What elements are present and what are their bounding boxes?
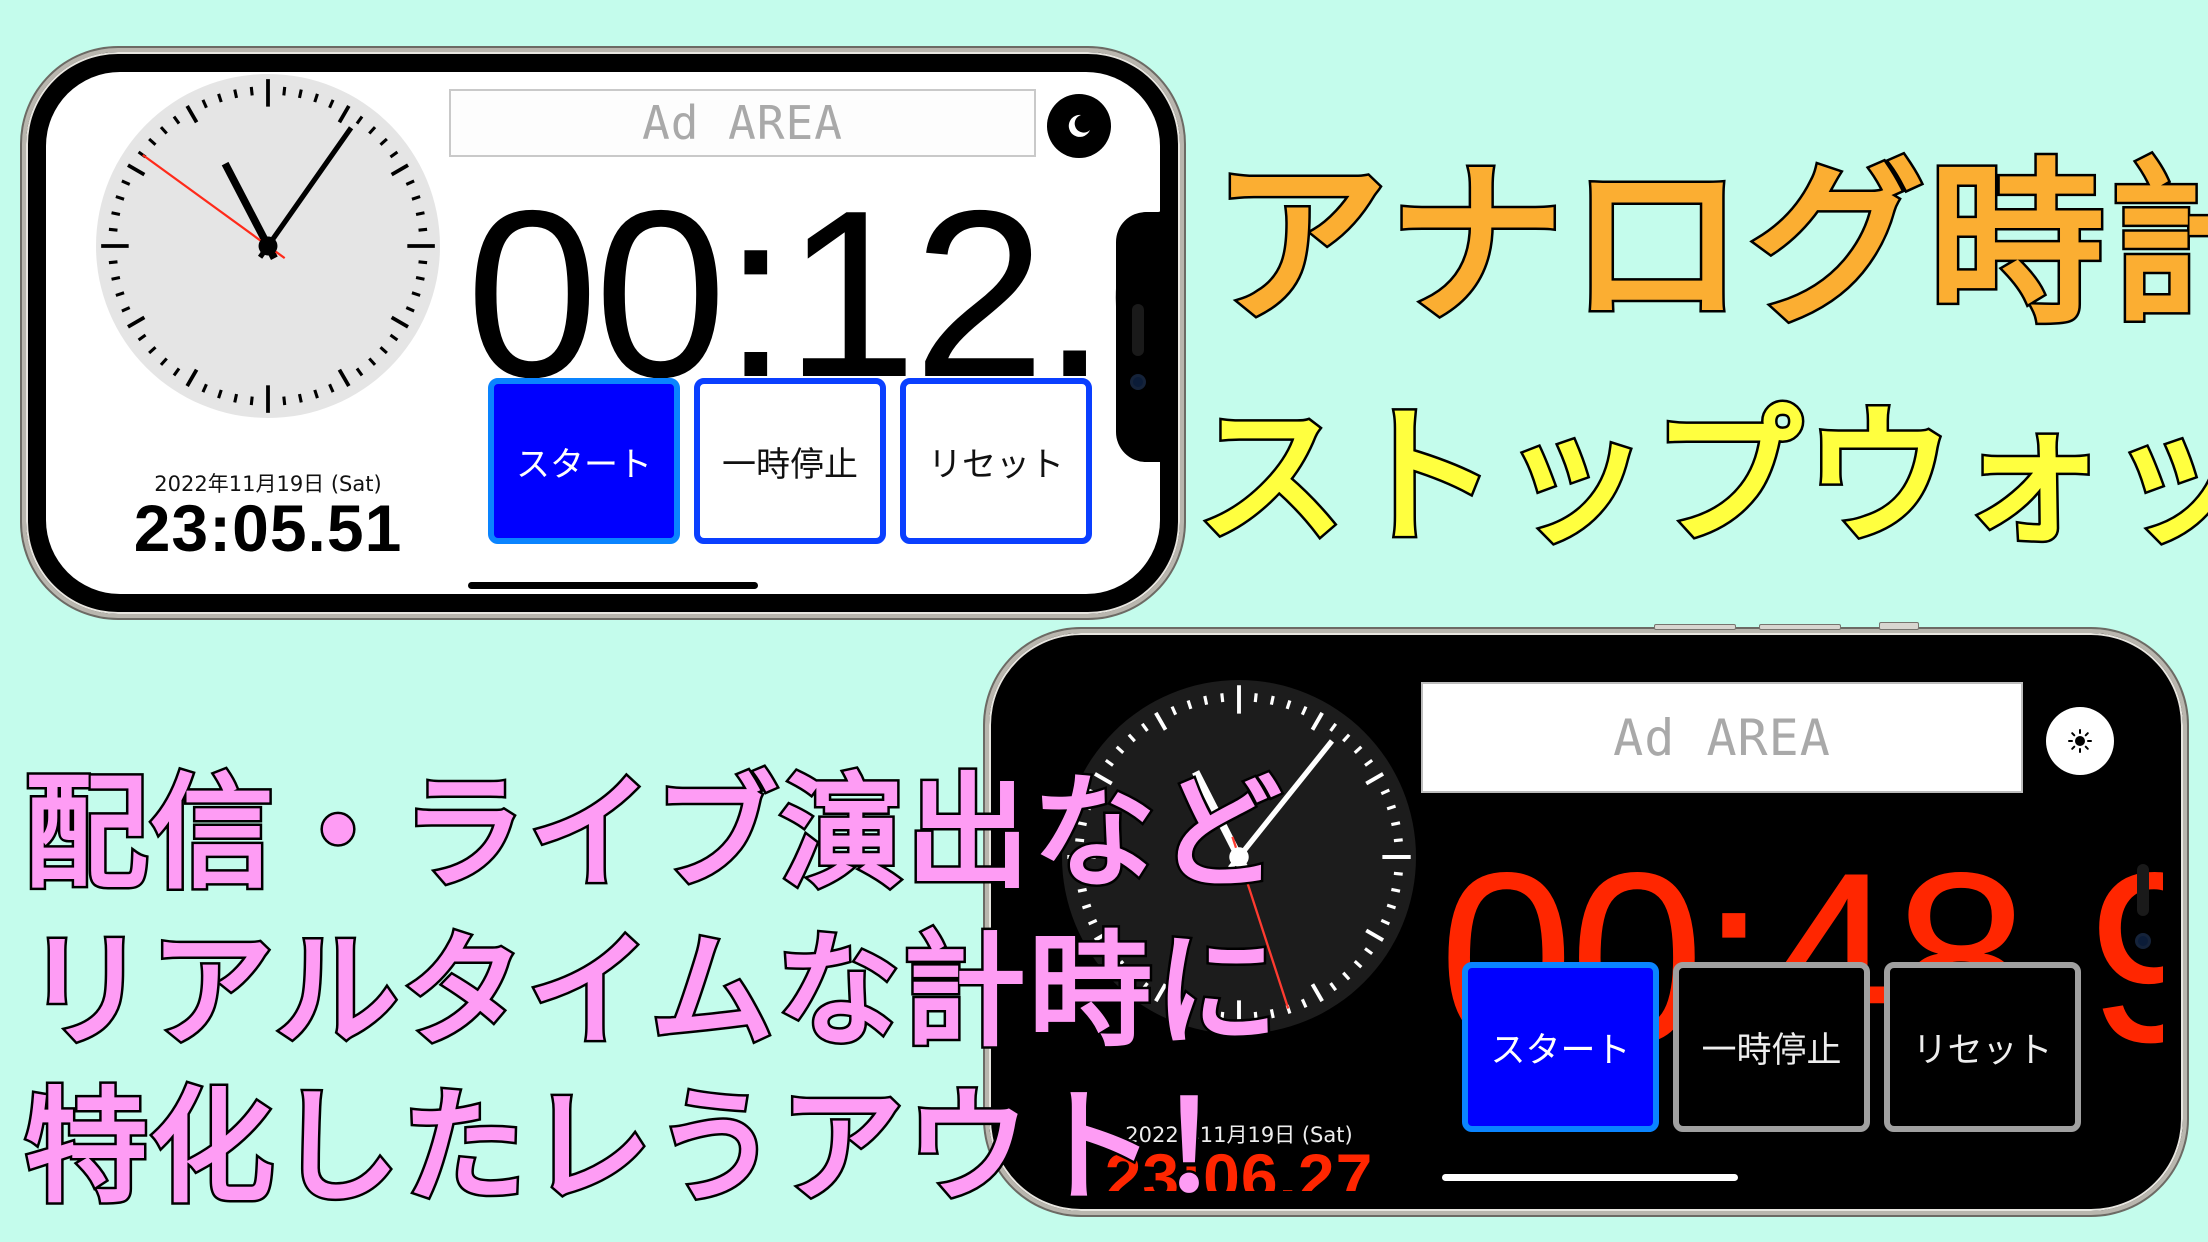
reset-button[interactable]: リセット — [1884, 962, 2081, 1132]
minute-tick — [418, 260, 428, 265]
ad-area[interactable]: Ad AREA — [449, 89, 1036, 157]
side-button — [1759, 624, 1841, 630]
minute-tick — [1220, 693, 1225, 703]
app-screen-light: Ad AREA 2022年11月19日 (Sat) 23:05.51 00:12… — [46, 72, 1160, 594]
reset-button[interactable]: リセット — [900, 378, 1092, 544]
sun-icon — [2068, 729, 2092, 753]
minute-tick — [297, 89, 303, 99]
minute-tick — [111, 275, 121, 281]
clock-center-pin — [258, 236, 278, 256]
minute-tick — [1203, 695, 1209, 705]
minute-tick — [249, 86, 254, 96]
home-indicator[interactable] — [1442, 1174, 1738, 1181]
front-camera — [1130, 374, 1146, 390]
minute-tick — [1391, 887, 1401, 893]
minute-tick — [249, 396, 254, 406]
minute-tick — [111, 211, 121, 217]
side-button — [1654, 624, 1736, 630]
minute-tick — [297, 393, 303, 403]
minute-tick — [108, 260, 118, 265]
minute-tick — [282, 396, 287, 406]
minute-tick — [1391, 821, 1401, 827]
promo-title-stopwatch: ストップウォッチ — [1193, 389, 2208, 568]
minute-tick — [418, 227, 428, 232]
minute-tick — [1253, 693, 1258, 703]
promo-subtitle-line: 配信・ライブ演出など — [21, 760, 1285, 909]
start-button[interactable]: スタート — [488, 378, 680, 544]
minute-tick — [1269, 695, 1275, 705]
speaker — [2137, 864, 2149, 916]
moon-icon — [1068, 114, 1090, 137]
promo-subtitle-line: 特化したレうアウト！ — [21, 1074, 1285, 1223]
minute-tick — [282, 86, 287, 96]
minute-tick — [1393, 871, 1403, 876]
phone-light-mode: Ad AREA 2022年11月19日 (Sat) 23:05.51 00:12… — [22, 48, 1184, 618]
minute-tick — [415, 211, 425, 217]
start-button[interactable]: スタート — [1462, 962, 1659, 1132]
minute-tick — [1393, 838, 1403, 843]
analog-clock — [96, 74, 440, 418]
minute-tick — [415, 275, 425, 281]
pause-button[interactable]: 一時停止 — [694, 378, 886, 544]
minute-tick — [233, 89, 239, 99]
side-button — [1879, 622, 1919, 630]
home-indicator[interactable] — [468, 582, 758, 589]
pause-button[interactable]: 一時停止 — [1673, 962, 1870, 1132]
promo-subtitle-line: リアルタイムな計時に — [21, 918, 1281, 1067]
speaker — [1132, 304, 1144, 356]
minute-tick — [233, 393, 239, 403]
ad-area[interactable]: Ad AREA — [1421, 682, 2023, 793]
dark-mode-toggle-button[interactable] — [1047, 94, 1111, 158]
light-mode-toggle-button[interactable] — [2046, 707, 2114, 775]
notch — [1116, 212, 1160, 462]
promo-title-analog-clock: アナログ時計 — [1209, 141, 2208, 351]
front-camera — [2135, 933, 2151, 949]
current-time: 23:05.51 — [133, 491, 403, 565]
minute-tick — [108, 227, 118, 232]
